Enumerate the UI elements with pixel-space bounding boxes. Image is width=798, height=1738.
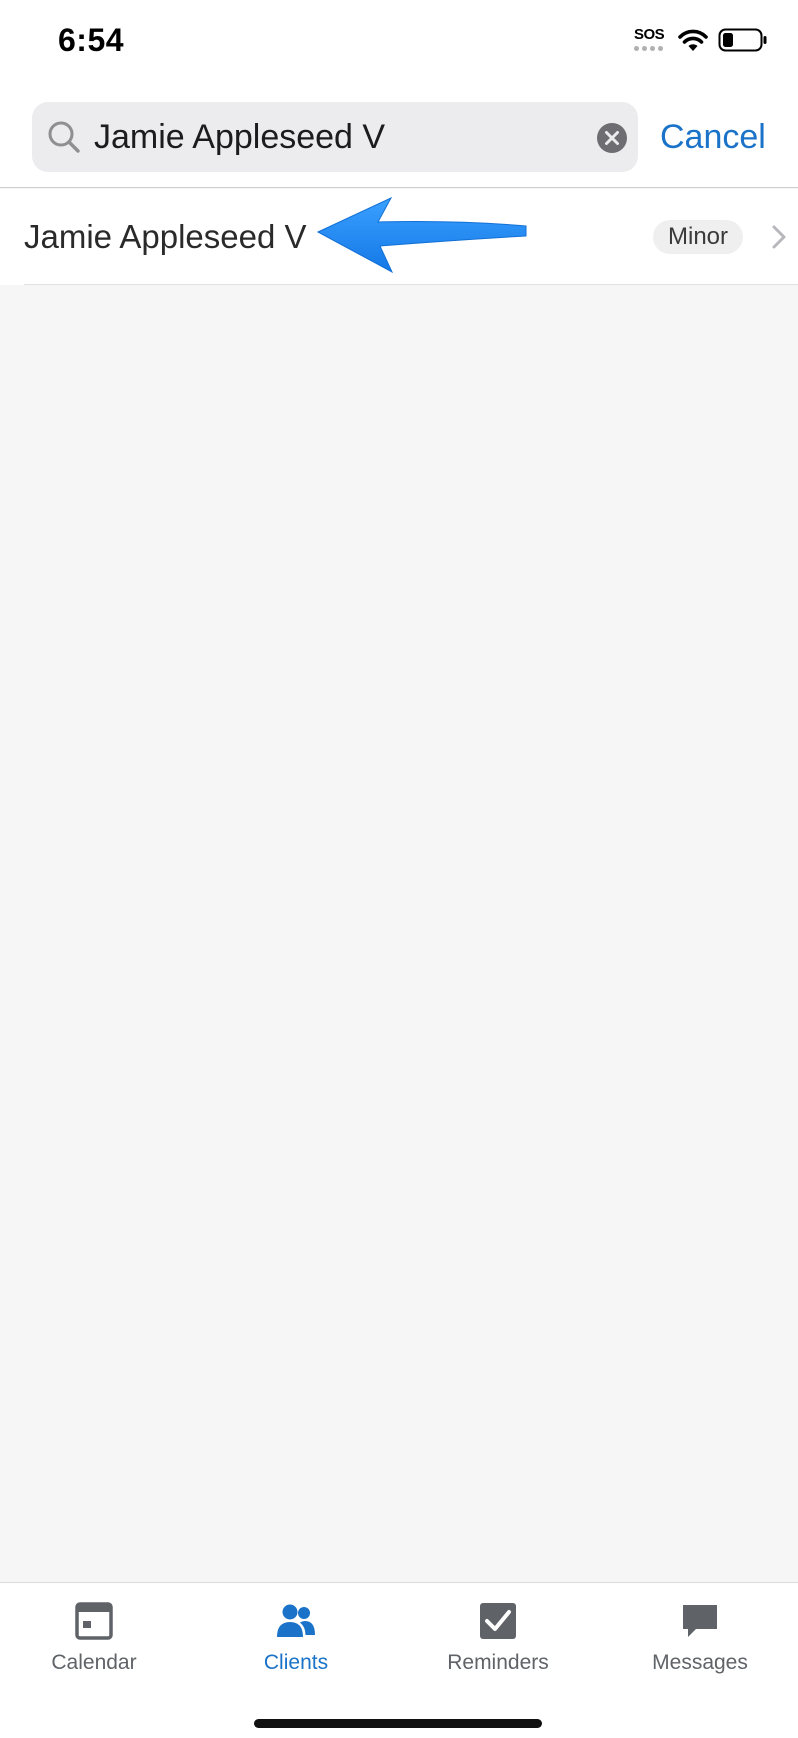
reminders-icon [480,1603,516,1639]
messages-icon [683,1605,717,1637]
clients-icon [277,1604,315,1637]
search-icon [48,121,80,153]
calendar-icon [75,1602,113,1640]
client-search-screen: 6:54 SOS Jamie Appleseed V Cancel Jamie … [0,0,798,1738]
sos-label: SOS [634,26,665,43]
tab-bar: Calendar Clients Reminders Messages [0,1582,798,1738]
tab-reminders[interactable]: Reminders [418,1583,578,1683]
search-header: Jamie Appleseed V Cancel [0,84,798,188]
clear-icon[interactable] [596,122,628,154]
tab-messages[interactable]: Messages [620,1583,780,1683]
search-input[interactable]: Jamie Appleseed V [94,102,614,172]
search-field[interactable]: Jamie Appleseed V [32,102,638,172]
home-indicator [254,1719,542,1728]
status-bar: 6:54 SOS [0,0,798,84]
tab-label: Calendar [51,1651,137,1674]
chevron-right-icon [772,225,786,249]
battery-icon [718,28,767,52]
tab-calendar[interactable]: Calendar [14,1583,174,1683]
status-time: 6:54 [58,22,125,58]
client-name: Jamie Appleseed V [24,218,307,255]
status-badge: Minor [653,220,744,254]
tab-label: Messages [652,1651,748,1674]
row-divider [24,284,798,285]
annotation-arrow-icon [316,196,527,274]
tab-clients[interactable]: Clients [216,1583,376,1683]
sos-icon: SOS [634,26,665,52]
wifi-icon [678,29,708,51]
tab-label: Reminders [447,1651,549,1674]
cancel-button[interactable]: Cancel [660,102,766,172]
tab-label: Clients [263,1651,329,1674]
